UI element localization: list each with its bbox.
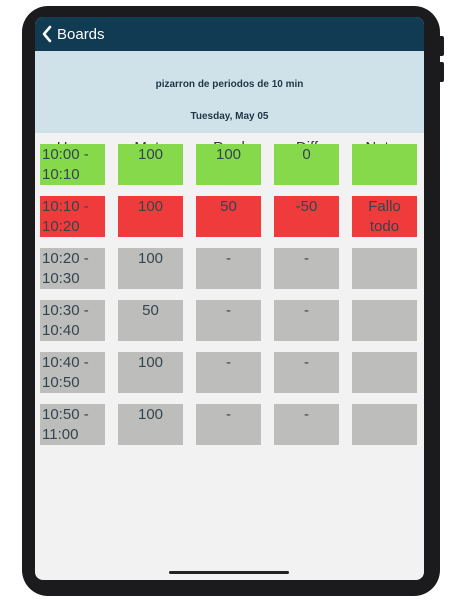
cell-notas[interactable] [352, 144, 417, 185]
cell-prod-text-1: 50 [220, 198, 237, 215]
cell-notas[interactable] [352, 248, 417, 289]
cell-diff[interactable]: - [274, 248, 339, 289]
cell-prod-text-1: - [226, 406, 231, 423]
cell-meta-text-1: 100 [137, 406, 164, 423]
cell-meta[interactable]: 50 [118, 300, 183, 341]
cell-notas[interactable] [352, 300, 417, 341]
board-title: pizarron de periodos de 10 min [155, 79, 304, 90]
cell-meta-text-1: 100 [137, 354, 164, 371]
cell-hora-text-2: 10:10 [42, 166, 80, 183]
cell-hora-text-1: 10:10 - [42, 198, 89, 215]
cell-diff[interactable]: - [274, 404, 339, 445]
cell-hora[interactable]: 10:50 - 11:00 [40, 404, 105, 445]
cell-hora-text-1: 10:30 - [42, 302, 89, 319]
cell-meta[interactable]: 100 [118, 196, 183, 237]
board-date: Tuesday, May 05 [190, 111, 269, 122]
cell-meta[interactable]: 100 [118, 404, 183, 445]
cell-prod-text-1: - [226, 250, 231, 267]
cell-meta[interactable]: 100 [118, 352, 183, 393]
cell-hora-text-2: 10:30 [42, 270, 80, 287]
cell-meta-text-1: 100 [137, 146, 164, 163]
cell-prod[interactable]: - [196, 404, 261, 445]
cell-meta-text-1: 100 [137, 198, 164, 215]
cell-notas[interactable]: Fallo todo [352, 196, 417, 237]
back-button-label: Boards [57, 25, 105, 43]
cell-diff-text-1: - [304, 250, 309, 267]
cell-prod[interactable]: - [196, 352, 261, 393]
cell-hora-text-1: 10:20 - [42, 250, 89, 267]
home-indicator[interactable] [169, 571, 289, 574]
cell-hora-text-1: 10:40 - [42, 354, 89, 371]
app-screen: Boards pizarron de periodos de 10 min Tu… [35, 17, 424, 580]
side-button-top [438, 36, 444, 56]
cell-hora[interactable]: 10:30 - 10:40 [40, 300, 105, 341]
cell-meta-text-1: 50 [142, 302, 159, 319]
cell-hora[interactable]: 10:20 - 10:30 [40, 248, 105, 289]
cell-hora-text-1: 10:00 - [42, 146, 89, 163]
cell-hora-text-1: 10:50 - [42, 406, 89, 423]
cell-meta[interactable]: 100 [118, 144, 183, 185]
board-banner: pizarron de periodos de 10 min Tuesday, … [35, 51, 424, 133]
cell-diff[interactable]: 0 [274, 144, 339, 185]
side-button-bottom [438, 62, 444, 82]
cell-meta-text-1: 100 [137, 250, 164, 267]
cell-diff-text-1: -50 [295, 198, 318, 215]
cell-diff[interactable]: -50 [274, 196, 339, 237]
cell-prod-text-1: - [226, 354, 231, 371]
navigation-bar: Boards [35, 17, 424, 51]
cell-hora-text-2: 10:40 [42, 322, 80, 339]
cell-hora[interactable]: 10:00 - 10:10 [40, 144, 105, 185]
cell-meta[interactable]: 100 [118, 248, 183, 289]
cell-hora[interactable]: 10:10 - 10:20 [40, 196, 105, 237]
cell-notas-text-2: todo [369, 218, 400, 235]
cell-diff[interactable]: - [274, 300, 339, 341]
cell-diff-text-1: - [304, 354, 309, 371]
cell-prod[interactable]: - [196, 300, 261, 341]
cell-diff-text-1: - [304, 302, 309, 319]
cell-hora[interactable]: 10:40 - 10:50 [40, 352, 105, 393]
cell-notas[interactable] [352, 352, 417, 393]
chevron-left-icon [41, 25, 53, 43]
cell-diff-text-1: 0 [302, 146, 311, 163]
cell-hora-text-2: 10:20 [42, 218, 80, 235]
cell-diff[interactable]: - [274, 352, 339, 393]
cell-prod-text-1: - [226, 302, 231, 319]
cell-notas-text-1: Fallo [368, 198, 401, 215]
cell-hora-text-2: 11:00 [42, 426, 79, 443]
back-button[interactable]: Boards [41, 21, 105, 47]
cell-prod-text-1: 100 [215, 146, 242, 163]
cell-notas[interactable] [352, 404, 417, 445]
cell-hora-text-2: 10:50 [42, 374, 80, 391]
cell-prod[interactable]: 50 [196, 196, 261, 237]
cell-diff-text-1: - [304, 406, 309, 423]
cell-prod[interactable]: - [196, 248, 261, 289]
cell-prod[interactable]: 100 [196, 144, 261, 185]
